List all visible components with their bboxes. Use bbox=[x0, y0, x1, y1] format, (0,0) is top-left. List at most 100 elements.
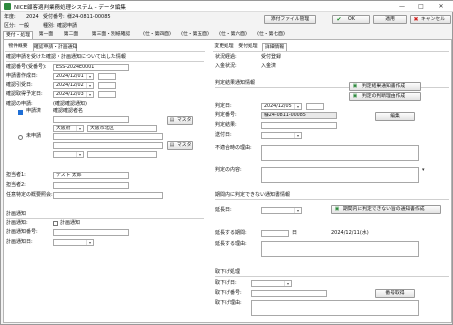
hantei-riyu-input[interactable] bbox=[261, 167, 419, 183]
notice-create-button[interactable]: ▣ 期間内に判定できない旨の通知書作成 bbox=[331, 205, 441, 214]
chevron-down-icon[interactable]: ▾ bbox=[294, 208, 301, 213]
city-input[interactable]: 大阪市北区 bbox=[87, 125, 157, 132]
chevron-down-icon[interactable]: ▾ bbox=[76, 126, 83, 131]
shinsei-time-input[interactable] bbox=[98, 73, 116, 80]
chevron-down-icon[interactable]: ▾ bbox=[86, 240, 93, 245]
unapplied-radio[interactable] bbox=[18, 135, 23, 140]
chevron-down-icon[interactable]: ▾ bbox=[86, 83, 93, 88]
torisage-num-label: 取下げ番号: bbox=[215, 290, 242, 296]
hikiuke-date-input[interactable]: 2024/12/02 ▾ bbox=[53, 82, 94, 89]
tantou2-input[interactable] bbox=[53, 182, 129, 189]
hantei-date-input[interactable]: 2024/12/05 ▾ bbox=[261, 103, 302, 110]
tab-dai5men[interactable]: (仕・第五面) bbox=[177, 31, 213, 39]
sofu-date-input[interactable]: ▾ bbox=[261, 132, 302, 139]
shubetsu-label: 種別: bbox=[43, 23, 55, 29]
edit-button[interactable]: 編集 bbox=[375, 112, 415, 121]
enchou-kikan-input[interactable] bbox=[261, 230, 289, 237]
tab-dai3men[interactable]: 第三面・別紙確認 bbox=[85, 31, 137, 39]
chevron-down-icon[interactable]: ▾ bbox=[294, 133, 301, 138]
result-notice-label: 判定結果通知書作成 bbox=[362, 84, 406, 89]
unapplied-pref-select[interactable]: ▾ bbox=[53, 151, 84, 158]
tab-dai4men[interactable]: (仕・第四面) bbox=[139, 31, 175, 39]
hantei-num-input[interactable]: 様24-0811-00085 bbox=[261, 112, 337, 119]
cancel-button[interactable]: ✖ キャンセル bbox=[410, 15, 451, 24]
ok-button[interactable]: ✔ OK bbox=[332, 15, 370, 24]
shinsei-date-input[interactable]: 2024/12/01 ▾ bbox=[53, 73, 94, 80]
unapplied-name-input[interactable] bbox=[53, 133, 163, 140]
tab-dai1men[interactable]: 第一面 bbox=[34, 31, 58, 39]
unapplied-city-input[interactable] bbox=[87, 151, 157, 158]
chevron-down-icon[interactable]: ▾ bbox=[76, 152, 83, 157]
enchou-riyu-label: 延長する理由: bbox=[215, 241, 247, 247]
futeki-input[interactable] bbox=[261, 145, 419, 161]
tab-dai6men[interactable]: (仕・第六面) bbox=[215, 31, 251, 39]
reason-label: 判定の判断理由作成 bbox=[362, 94, 406, 99]
futeki-label: 不適合時の理由: bbox=[215, 145, 252, 151]
subtab-uketsuke-shori[interactable]: 受付処理 bbox=[236, 43, 260, 51]
unapplied-name-input-2[interactable] bbox=[53, 142, 163, 149]
close-button[interactable]: ✕ bbox=[435, 2, 447, 11]
chevron-down-icon[interactable]: ▾ bbox=[422, 167, 425, 173]
chevron-down-icon[interactable]: ▾ bbox=[284, 281, 291, 286]
subtab-henkou[interactable]: 変更処理 bbox=[213, 43, 235, 51]
hantei-result-label: 判定結果: bbox=[215, 122, 237, 128]
subtab-shousai[interactable]: 詳細情報 bbox=[262, 43, 287, 51]
enchou-riyu-input[interactable] bbox=[261, 241, 419, 257]
apply-button[interactable]: 適用 bbox=[373, 15, 407, 24]
plan-check-text: 計画通知 bbox=[60, 220, 81, 226]
hantei-date-label: 判定日: bbox=[215, 103, 232, 109]
tantou-label: 担当者1: bbox=[6, 172, 26, 178]
subtab-kakunin-shinsei[interactable]: 確認申請・計画通知 bbox=[33, 43, 77, 51]
torisage-num-input[interactable] bbox=[251, 290, 327, 297]
chevron-down-icon[interactable]: ▾ bbox=[86, 92, 93, 97]
attach-file-button[interactable]: 添付ファイル管理 bbox=[264, 15, 316, 24]
result-notice-button[interactable]: ▣ 判定結果通知書作成 bbox=[349, 82, 421, 91]
sonota-input[interactable] bbox=[53, 192, 163, 199]
applicant-check-label: 申請済 bbox=[26, 108, 42, 114]
hikiuke-time-input[interactable] bbox=[98, 82, 116, 89]
sofu-label: 送付日: bbox=[215, 132, 232, 138]
left-section-title: 確認申請を受けた確認・計画通知について出した情報 bbox=[6, 54, 126, 60]
document-icon: ▣ bbox=[352, 93, 358, 99]
plan-checkbox[interactable] bbox=[53, 221, 58, 226]
applicant-checkbox[interactable] bbox=[18, 110, 23, 115]
tantou-input[interactable]: テスト 太郎 bbox=[53, 172, 129, 179]
section3-title: 取下げ処理 bbox=[215, 269, 241, 275]
enchou-date-input[interactable]: ▾ bbox=[261, 207, 302, 214]
tab-uketsuke[interactable]: 受付・処理 bbox=[3, 31, 33, 39]
kakunin-num-input[interactable]: ESS-2024E0001 bbox=[53, 64, 129, 71]
ukeban-label: 受付番号: bbox=[43, 14, 65, 20]
master-button[interactable]: ▤ マスタ bbox=[167, 116, 193, 125]
torisage-date-label: 取下げ日: bbox=[215, 280, 237, 286]
tab-dai7men[interactable]: (仕・第七面) bbox=[253, 31, 289, 39]
year-value: 2024 bbox=[26, 14, 39, 20]
chevron-down-icon[interactable]: ▾ bbox=[86, 74, 93, 79]
notice-create-label: 期間内に判定できない旨の通知書作成 bbox=[343, 207, 425, 212]
applicant-name-input[interactable] bbox=[53, 116, 129, 123]
minimize-button[interactable]: — bbox=[396, 2, 408, 11]
enchou-label: 延長日: bbox=[215, 207, 232, 213]
subtab-bukken-gaiyou[interactable]: 物件概要 bbox=[5, 43, 31, 51]
maximize-button[interactable]: □ bbox=[415, 2, 427, 11]
plan-num-input[interactable] bbox=[53, 229, 129, 236]
app-window: NICE顧客適判業務処理システム - データ編集 — □ ✕ 年度: 2024 … bbox=[0, 0, 453, 325]
shutoku-date-input[interactable]: 2024/12/03 ▾ bbox=[53, 91, 94, 98]
torisage-date-input[interactable]: ▾ bbox=[251, 280, 292, 287]
chevron-down-icon[interactable]: ▾ bbox=[294, 104, 301, 109]
get-number-button[interactable]: 番号取得 bbox=[375, 289, 415, 298]
torisage-riyu-input[interactable] bbox=[251, 300, 419, 316]
reason-button[interactable]: ▣ 判定の判断理由作成 bbox=[349, 92, 421, 101]
pref-select[interactable]: 大阪府 ▾ bbox=[53, 125, 84, 132]
plan-section-divider bbox=[6, 218, 204, 219]
title-bar: NICE顧客適判業務処理システム - データ編集 — □ ✕ bbox=[1, 1, 453, 12]
kakunin-shinsei-label: 確認の申請: bbox=[6, 101, 33, 107]
plan-date-input[interactable]: ▾ bbox=[53, 239, 94, 246]
section3-divider bbox=[215, 276, 449, 277]
hantei-result-input[interactable] bbox=[261, 122, 337, 129]
database-icon: ▤ bbox=[169, 117, 175, 123]
master-button-2[interactable]: ▤ マスタ bbox=[167, 141, 193, 150]
hantei-time-input[interactable] bbox=[306, 103, 324, 110]
tab-dai2men[interactable]: 第二面 bbox=[59, 31, 83, 39]
shutoku-time-input[interactable] bbox=[98, 91, 116, 98]
database-icon: ▤ bbox=[169, 142, 175, 148]
